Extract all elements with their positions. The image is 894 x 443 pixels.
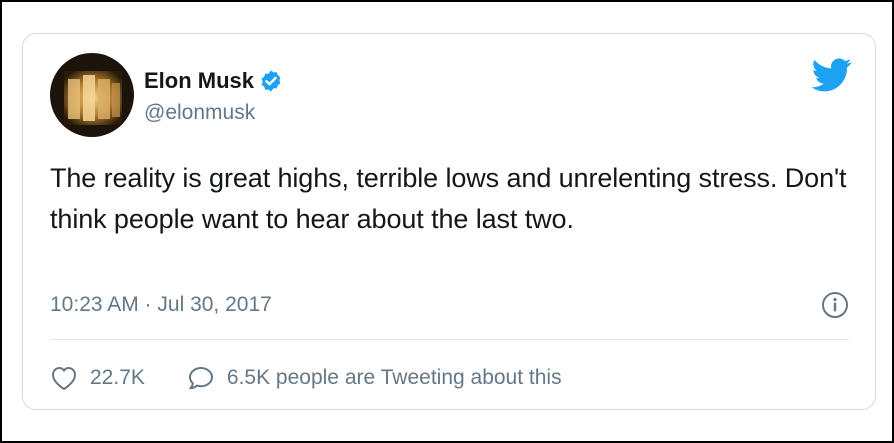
tweet-card[interactable]: Elon Musk @elonmusk The reality is great… bbox=[22, 33, 876, 410]
screenshot-frame: Elon Musk @elonmusk The reality is great… bbox=[0, 0, 894, 443]
author-name-row: Elon Musk bbox=[144, 68, 283, 94]
divider bbox=[50, 339, 849, 340]
tweeting-count: 6.5K people are Tweeting about this bbox=[226, 366, 562, 389]
info-icon[interactable] bbox=[821, 291, 849, 319]
like-button[interactable]: 22.7K bbox=[50, 365, 145, 391]
reply-button[interactable]: 6.5K people are Tweeting about this bbox=[187, 365, 562, 391]
tweet-timestamp[interactable]: 10:23 AM · Jul 30, 2017 bbox=[50, 292, 272, 318]
display-name[interactable]: Elon Musk bbox=[144, 68, 254, 94]
verified-badge-icon bbox=[259, 69, 283, 93]
like-count: 22.7K bbox=[90, 366, 145, 389]
tweet-actions: 22.7K 6.5K people are Tweeting about thi… bbox=[50, 365, 562, 391]
avatar[interactable] bbox=[50, 53, 134, 137]
user-handle[interactable]: @elonmusk bbox=[144, 100, 255, 126]
twitter-bird-icon[interactable] bbox=[811, 58, 852, 92]
speech-bubble-icon bbox=[188, 367, 213, 390]
tweet-text: The reality is great highs, terrible low… bbox=[50, 163, 847, 234]
heart-icon bbox=[52, 367, 76, 390]
